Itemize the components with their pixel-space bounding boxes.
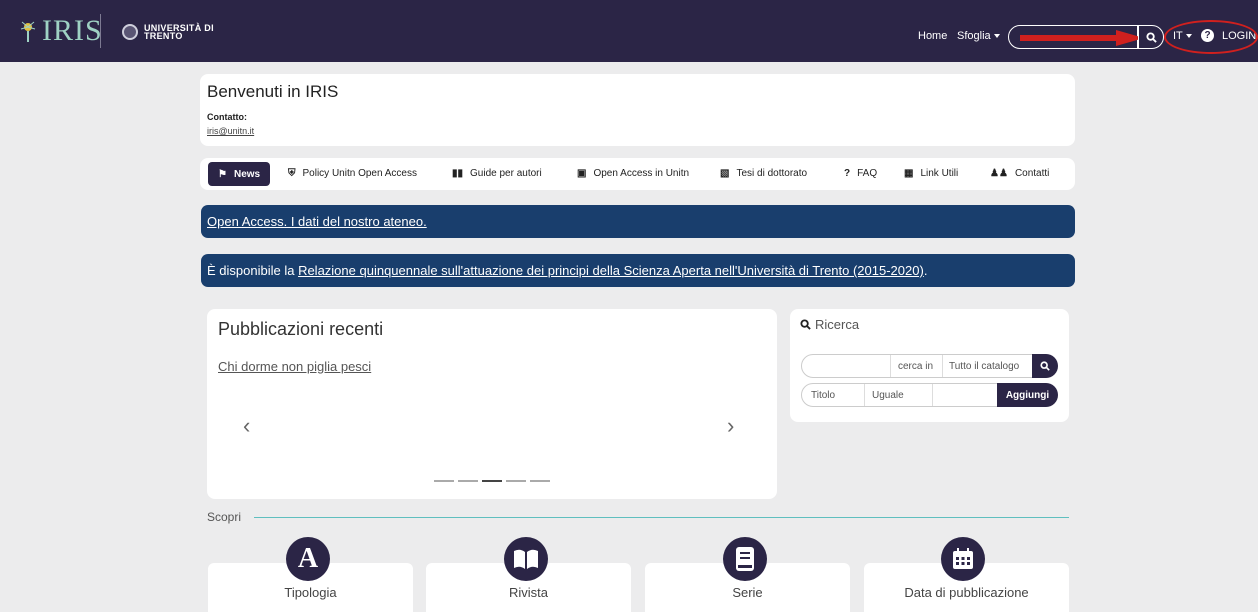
- welcome-card: Benvenuti in IRIS Contatto: iris@unitn.i…: [200, 74, 1075, 146]
- discover-label: Tipologia: [284, 585, 337, 600]
- contact-label: Contatto:: [207, 112, 247, 122]
- tab-contatti[interactable]: ♟♟ Contatti: [990, 168, 1049, 179]
- users-icon: ♟♟: [990, 168, 1008, 179]
- catalog-select[interactable]: Tutto il catalogo: [949, 361, 1029, 372]
- page-title: Benvenuti in IRIS: [207, 82, 339, 101]
- unlock-icon: ▣: [577, 168, 587, 179]
- tab-label: Guide per autori: [470, 168, 542, 179]
- tab-policy-unitn-open-access[interactable]: ⛨ Policy Unitn Open Access: [288, 168, 417, 179]
- search-card-label: Ricerca: [815, 317, 860, 332]
- search-card-title: Ricerca: [800, 317, 859, 332]
- book-icon: [723, 537, 767, 581]
- unitn-logo[interactable]: UNIVERSITÀ DI TRENTO: [122, 23, 224, 41]
- tab-label: News: [233, 168, 261, 180]
- tab-link-utili[interactable]: ▦ Link Utili: [904, 168, 958, 179]
- letter-a-icon: A: [286, 537, 330, 581]
- iris-flower-icon: [20, 21, 36, 42]
- bookmark-book-icon: ▧: [720, 168, 730, 179]
- discover-heading: Scopri: [207, 510, 242, 524]
- megaphone-icon: ⚑: [218, 168, 227, 180]
- tab-label: FAQ: [857, 168, 878, 179]
- shield-icon: ⛨: [288, 168, 296, 179]
- divider: [864, 384, 865, 406]
- relazione-suffix: .: [923, 263, 928, 278]
- search-query-input[interactable]: [802, 355, 890, 377]
- relazione-prefix: È disponibile la: [207, 263, 299, 278]
- tab-open-access-in-unitn[interactable]: ▣ Open Access in Unitn: [577, 168, 689, 179]
- divider: [942, 355, 943, 377]
- search-icon: [800, 319, 811, 330]
- open-book-icon: [504, 537, 548, 581]
- table-icon: ▦: [904, 168, 914, 179]
- discover-label: Rivista: [508, 585, 548, 600]
- carousel-indicator[interactable]: [434, 480, 454, 482]
- info-tabs: ⚑ News ⛨ Policy Unitn Open Access ▮▮ Gui…: [200, 158, 1075, 190]
- tab-faq[interactable]: ? FAQ: [844, 168, 877, 179]
- contact-email-link[interactable]: iris@unitn.it: [207, 126, 254, 136]
- tab-tesi-di-dottorato[interactable]: ▧ Tesi di dottorato: [720, 168, 807, 179]
- publication-link[interactable]: Chi dorme non piglia pesci: [218, 359, 371, 374]
- carousel-next-icon[interactable]: ›: [727, 413, 734, 439]
- nav-sfoglia-dropdown[interactable]: Sfoglia: [957, 30, 1000, 42]
- tab-label: Contatti: [1014, 168, 1050, 179]
- calendar-icon: [941, 537, 985, 581]
- recent-publications-title: Pubblicazioni recenti: [218, 319, 384, 339]
- carousel-prev-icon[interactable]: ‹: [243, 413, 250, 439]
- unitn-seal-icon: [122, 24, 138, 40]
- add-filter-button[interactable]: Aggiungi: [997, 383, 1058, 407]
- carousel-indicator[interactable]: [530, 480, 550, 482]
- recent-publications-card: Pubblicazioni recenti Chi dorme non pigl…: [207, 309, 777, 499]
- relazione-banner: È disponibile la Relazione quinquennale …: [201, 254, 1075, 287]
- question-icon: ?: [844, 168, 851, 179]
- search-card: Ricerca cerca in Tutto il catalogo Titol…: [790, 309, 1069, 422]
- search-submit-button[interactable]: [1032, 354, 1058, 378]
- tab-news[interactable]: ⚑ News: [208, 162, 271, 186]
- carousel-indicators: [434, 480, 550, 482]
- discover-label: Serie: [732, 585, 763, 600]
- search-in-label: cerca in: [898, 361, 934, 372]
- annotation-circle: [1164, 20, 1258, 54]
- annotation-arrow-icon: [1020, 30, 1144, 46]
- iris-logo-text: IRIS: [42, 14, 103, 47]
- carousel-indicator[interactable]: [482, 480, 502, 482]
- discover-label: Data di pubblicazione: [904, 585, 1029, 600]
- header-search-button[interactable]: [1138, 25, 1164, 49]
- filter-row: Titolo Uguale Aggiungi: [801, 383, 1058, 407]
- operator-select[interactable]: Uguale: [872, 390, 904, 401]
- logo-divider: [100, 14, 101, 48]
- carousel-indicator[interactable]: [458, 480, 478, 482]
- search-icon: [1145, 31, 1157, 43]
- chevron-down-icon: [993, 34, 1000, 39]
- open-access-link[interactable]: Open Access. I dati del nostro ateneo.: [207, 214, 427, 229]
- nav-home-link[interactable]: Home: [918, 30, 947, 42]
- nav-sfoglia-label: Sfoglia: [957, 30, 991, 42]
- unitn-name: UNIVERSITÀ DI TRENTO: [144, 23, 214, 41]
- tab-guide-per-autori[interactable]: ▮▮ Guide per autori: [452, 168, 542, 179]
- tab-label: Open Access in Unitn: [593, 168, 690, 179]
- search-row: cerca in Tutto il catalogo: [801, 354, 1058, 378]
- relazione-link[interactable]: Relazione quinquennale sull'attuazione d…: [298, 263, 924, 278]
- search-icon: [1040, 361, 1050, 371]
- carousel-indicator[interactable]: [506, 480, 526, 482]
- field-select[interactable]: Titolo: [811, 390, 835, 401]
- book-icon: ▮▮: [452, 168, 464, 179]
- divider: [890, 355, 891, 377]
- tab-label: Link Utili: [920, 168, 959, 179]
- discover-divider: [254, 517, 1069, 518]
- tab-label: Policy Unitn Open Access: [302, 168, 418, 179]
- filter-value-input[interactable]: [933, 384, 996, 406]
- tab-label: Tesi di dottorato: [736, 168, 808, 179]
- top-navbar: IRIS UNIVERSITÀ DI TRENTO Home Sfoglia I…: [0, 0, 1258, 62]
- iris-logo[interactable]: IRIS: [20, 16, 103, 46]
- open-access-banner: Open Access. I dati del nostro ateneo.: [201, 205, 1075, 238]
